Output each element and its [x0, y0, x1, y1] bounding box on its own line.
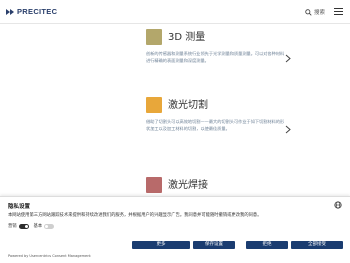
page: PRECITEC 搜索 3D 测量 创新的传感器和测量系统行业领先于光学测量和质…: [0, 0, 350, 263]
search-label: 搜索: [314, 10, 326, 16]
laser-welding-thumbnail: [146, 177, 162, 193]
consent-text: 本网站使用第三方网站跟踪技术来提供和持续改进我们的服务，并根据用户的兴趣显示广告…: [8, 213, 262, 218]
laser-cutting-thumbnail: [146, 97, 162, 113]
reject-button[interactable]: 拒绝: [246, 241, 288, 249]
feature-title: 激光焊接: [168, 180, 208, 191]
feature-description: 借助了切割头可以高效地切割——最大的切割头可作业于如下切割材料的形状加工以及加工…: [146, 119, 285, 131]
feature-item[interactable]: 激光焊接: [146, 177, 296, 197]
brand-name: PRECITEC: [17, 7, 58, 16]
chevron-right-icon[interactable]: [285, 54, 291, 63]
save-settings-button[interactable]: 保存设置: [193, 241, 235, 249]
site-header: PRECITEC 搜索: [0, 0, 350, 24]
more-button[interactable]: 更多: [132, 241, 190, 249]
toggle-label-marketing: 营销: [8, 224, 17, 229]
consent-title: 隐私设置: [8, 204, 31, 210]
menu-icon[interactable]: [334, 8, 343, 16]
essential-toggle[interactable]: [44, 223, 55, 229]
toggle-label-essential: 基本: [33, 224, 43, 229]
logo-mark-icon: [6, 8, 15, 16]
accept-all-button[interactable]: 全部接受: [291, 241, 343, 249]
search-icon: [305, 8, 312, 16]
consent-dialog: 隐私设置 本网站使用第三方网站跟踪技术来提供和持续改进我们的服务，并根据用户的兴…: [0, 196, 350, 263]
feature-description: 创新的传感器和测量系统行业领先于光学测量和质量测量。可以对各种材料进行精确的表面…: [146, 51, 285, 63]
chevron-right-icon[interactable]: [285, 125, 291, 134]
consent-toggles: 营销 基本: [8, 223, 59, 229]
feature-title: 3D 测量: [168, 32, 206, 43]
3d-measurement-thumbnail: [146, 29, 162, 45]
feature-title: 激光切割: [168, 100, 208, 111]
feature-item[interactable]: 激光切割 借助了切割头可以高效地切割——最大的切割头可作业于如下切割材料的形状加…: [146, 97, 296, 147]
feature-item[interactable]: 3D 测量 创新的传感器和测量系统行业领先于光学测量和质量测量。可以对各种材料进…: [146, 29, 296, 79]
powered-by-text: Powered by Usercentrics Consent Manageme…: [8, 254, 91, 258]
brand-logo[interactable]: PRECITEC: [6, 7, 57, 17]
globe-icon[interactable]: [334, 201, 342, 209]
marketing-toggle[interactable]: [18, 223, 29, 229]
search-button[interactable]: 搜索: [305, 7, 325, 17]
